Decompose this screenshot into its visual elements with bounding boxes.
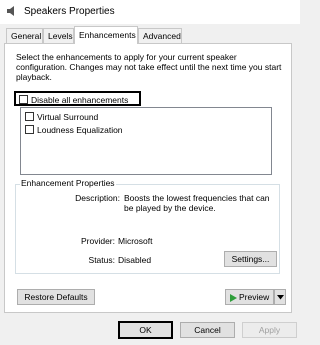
description-value: Boosts the lowest frequencies that can b… xyxy=(124,193,270,213)
description-label: Description: xyxy=(75,193,120,203)
tab-advanced[interactable]: Advanced xyxy=(138,28,182,43)
provider-label: Provider: xyxy=(80,236,115,246)
speaker-icon xyxy=(7,6,14,16)
virtual-surround-label[interactable]: Virtual Surround xyxy=(37,112,98,122)
provider-value: Microsoft xyxy=(118,236,153,246)
cancel-button[interactable]: Cancel xyxy=(180,322,235,338)
status-value: Disabled xyxy=(118,255,152,265)
window-title: Speakers Properties xyxy=(24,6,115,17)
preview-button[interactable]: Preview xyxy=(225,289,274,305)
enhancements-description: Select the enhancements to apply for you… xyxy=(16,52,282,82)
play-icon xyxy=(230,293,237,302)
apply-button[interactable]: Apply xyxy=(242,322,297,338)
disable-all-label[interactable]: Disable all enhancements xyxy=(31,95,128,105)
preview-dropdown-button[interactable] xyxy=(274,289,286,305)
restore-defaults-button[interactable]: Restore Defaults xyxy=(17,289,95,305)
status-label: Status: xyxy=(88,255,115,265)
settings-button[interactable]: Settings... xyxy=(224,251,277,267)
disable-all-checkbox[interactable] xyxy=(19,95,28,104)
tab-general[interactable]: General xyxy=(6,28,43,43)
ok-button[interactable]: OK xyxy=(118,321,173,339)
virtual-surround-checkbox[interactable] xyxy=(25,112,34,121)
tab-levels[interactable]: Levels xyxy=(43,28,74,43)
loudness-equalization-label[interactable]: Loudness Equalization xyxy=(37,125,123,135)
tab-enhancements[interactable]: Enhancements xyxy=(74,26,138,44)
loudness-equalization-checkbox[interactable] xyxy=(25,125,34,134)
chevron-down-icon xyxy=(276,295,284,300)
title-bar: Speakers Properties xyxy=(0,0,300,24)
preview-label: Preview xyxy=(239,292,270,302)
enhancement-properties-title: Enhancement Properties xyxy=(20,178,116,188)
